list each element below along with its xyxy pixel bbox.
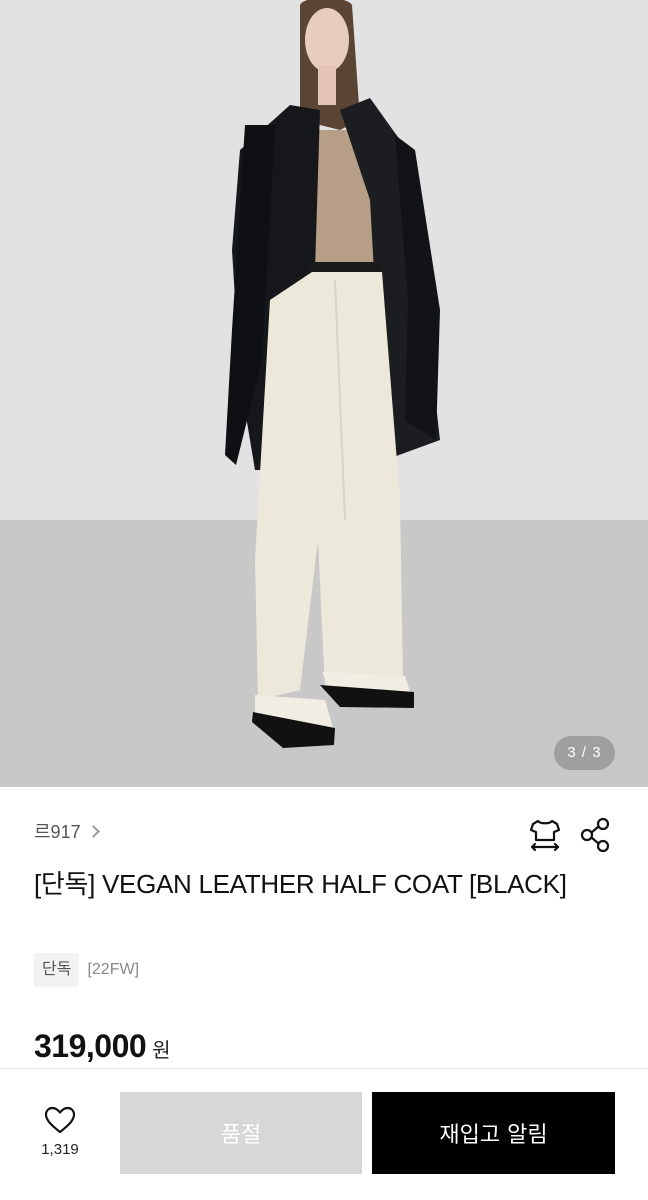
brand-link[interactable]: 르917 bbox=[34, 818, 100, 844]
size-guide-icon[interactable] bbox=[525, 815, 565, 855]
product-title: [단독] VEGAN LEATHER HALF COAT [BLACK] bbox=[34, 869, 567, 899]
chevron-right-icon bbox=[86, 824, 100, 838]
product-image-carousel[interactable]: 3 / 3 bbox=[0, 0, 648, 787]
restock-alert-button[interactable]: 재입고 알림 bbox=[372, 1092, 615, 1174]
bottom-action-bar: 1,319 품절 재입고 알림 bbox=[0, 1068, 648, 1200]
product-photo bbox=[0, 0, 648, 787]
share-icon[interactable] bbox=[576, 815, 616, 855]
tag-season: [22FW] bbox=[87, 961, 140, 978]
product-tags: 단독 [22FW] bbox=[34, 953, 147, 987]
soldout-button: 품절 bbox=[120, 1092, 362, 1174]
price-currency: 원 bbox=[152, 1038, 171, 1062]
heart-icon bbox=[44, 1106, 76, 1134]
like-button[interactable]: 1,319 bbox=[22, 1105, 98, 1158]
brand-name: 르917 bbox=[34, 822, 81, 842]
image-counter: 3 / 3 bbox=[554, 736, 615, 770]
tag-exclusive: 단독 bbox=[34, 953, 80, 987]
like-count: 1,319 bbox=[41, 1141, 79, 1158]
price-value: 319,000 bbox=[34, 1028, 147, 1064]
product-price: 319,000 원 bbox=[34, 1028, 171, 1065]
